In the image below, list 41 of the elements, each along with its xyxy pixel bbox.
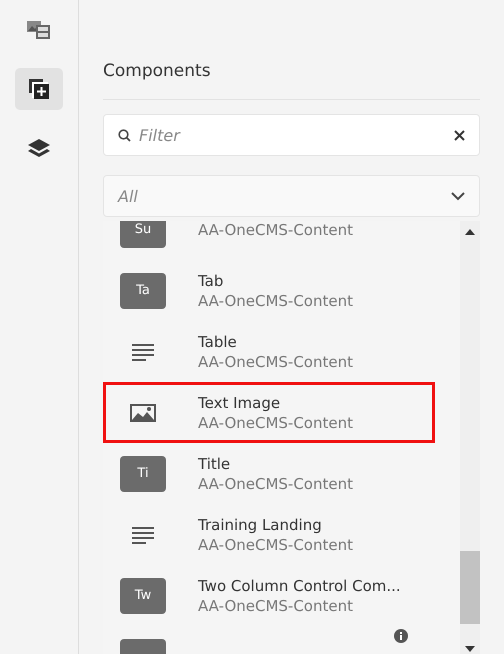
component-badge: Su [120,221,166,248]
component-item[interactable]: Text Image AA-OneCMS-Content [103,382,435,443]
add-layers-icon [28,78,50,100]
component-group: AA-OneCMS-Content [198,221,353,240]
component-item[interactable]: Training Landing AA-OneCMS-Content [103,504,435,565]
filter-field[interactable]: Filter [103,114,480,156]
search-icon [118,128,131,142]
component-badge: Ti [120,456,166,492]
scroll-thumb[interactable] [460,551,480,624]
component-item[interactable]: Ta Tab AA-OneCMS-Content [103,260,435,321]
filter-input[interactable]: Filter [137,124,454,146]
rail-tab[interactable] [15,68,63,110]
component-group: AA-OneCMS-Content [198,534,353,554]
component-name: Text Image [198,392,282,412]
component-group: AA-OneCMS-Content [198,352,353,372]
scroll-up-icon[interactable] [465,229,475,235]
component-badge: Tw [120,578,166,614]
component-item[interactable]: Table AA-OneCMS-Content [103,321,435,382]
panel-title: Components [103,59,480,100]
info-icon[interactable] [394,629,408,643]
component-item[interactable]: Ti Title AA-OneCMS-Content [103,443,435,504]
text-lines-icon [131,526,155,544]
component-name: Table [198,332,238,352]
component-group: AA-OneCMS-Content [198,596,401,616]
component-item[interactable]: Su AA-OneCMS-Content [103,221,435,260]
text-lines-icon [131,342,155,360]
scroll-down-icon[interactable] [465,646,475,652]
layers-icon [27,138,51,160]
component-name: Training Landing [198,514,323,534]
component-group: AA-OneCMS-Content [198,474,353,494]
component-name: Title [198,454,232,474]
scrollbar[interactable] [460,221,480,654]
chevron-down-icon [451,192,465,200]
component-item[interactable]: Tw Two Column Control Com... AA-OneCMS-Content [103,565,435,626]
component-badge: Ta [120,272,166,308]
image-icon [130,404,156,422]
component-group: AA-OneCMS-Content [198,412,353,432]
component-name: Tab [198,270,224,290]
component-group: AA-OneCMS-Content [198,290,353,310]
clear-icon[interactable] [454,130,465,140]
component-name: Two Column Control Com... [198,576,401,596]
